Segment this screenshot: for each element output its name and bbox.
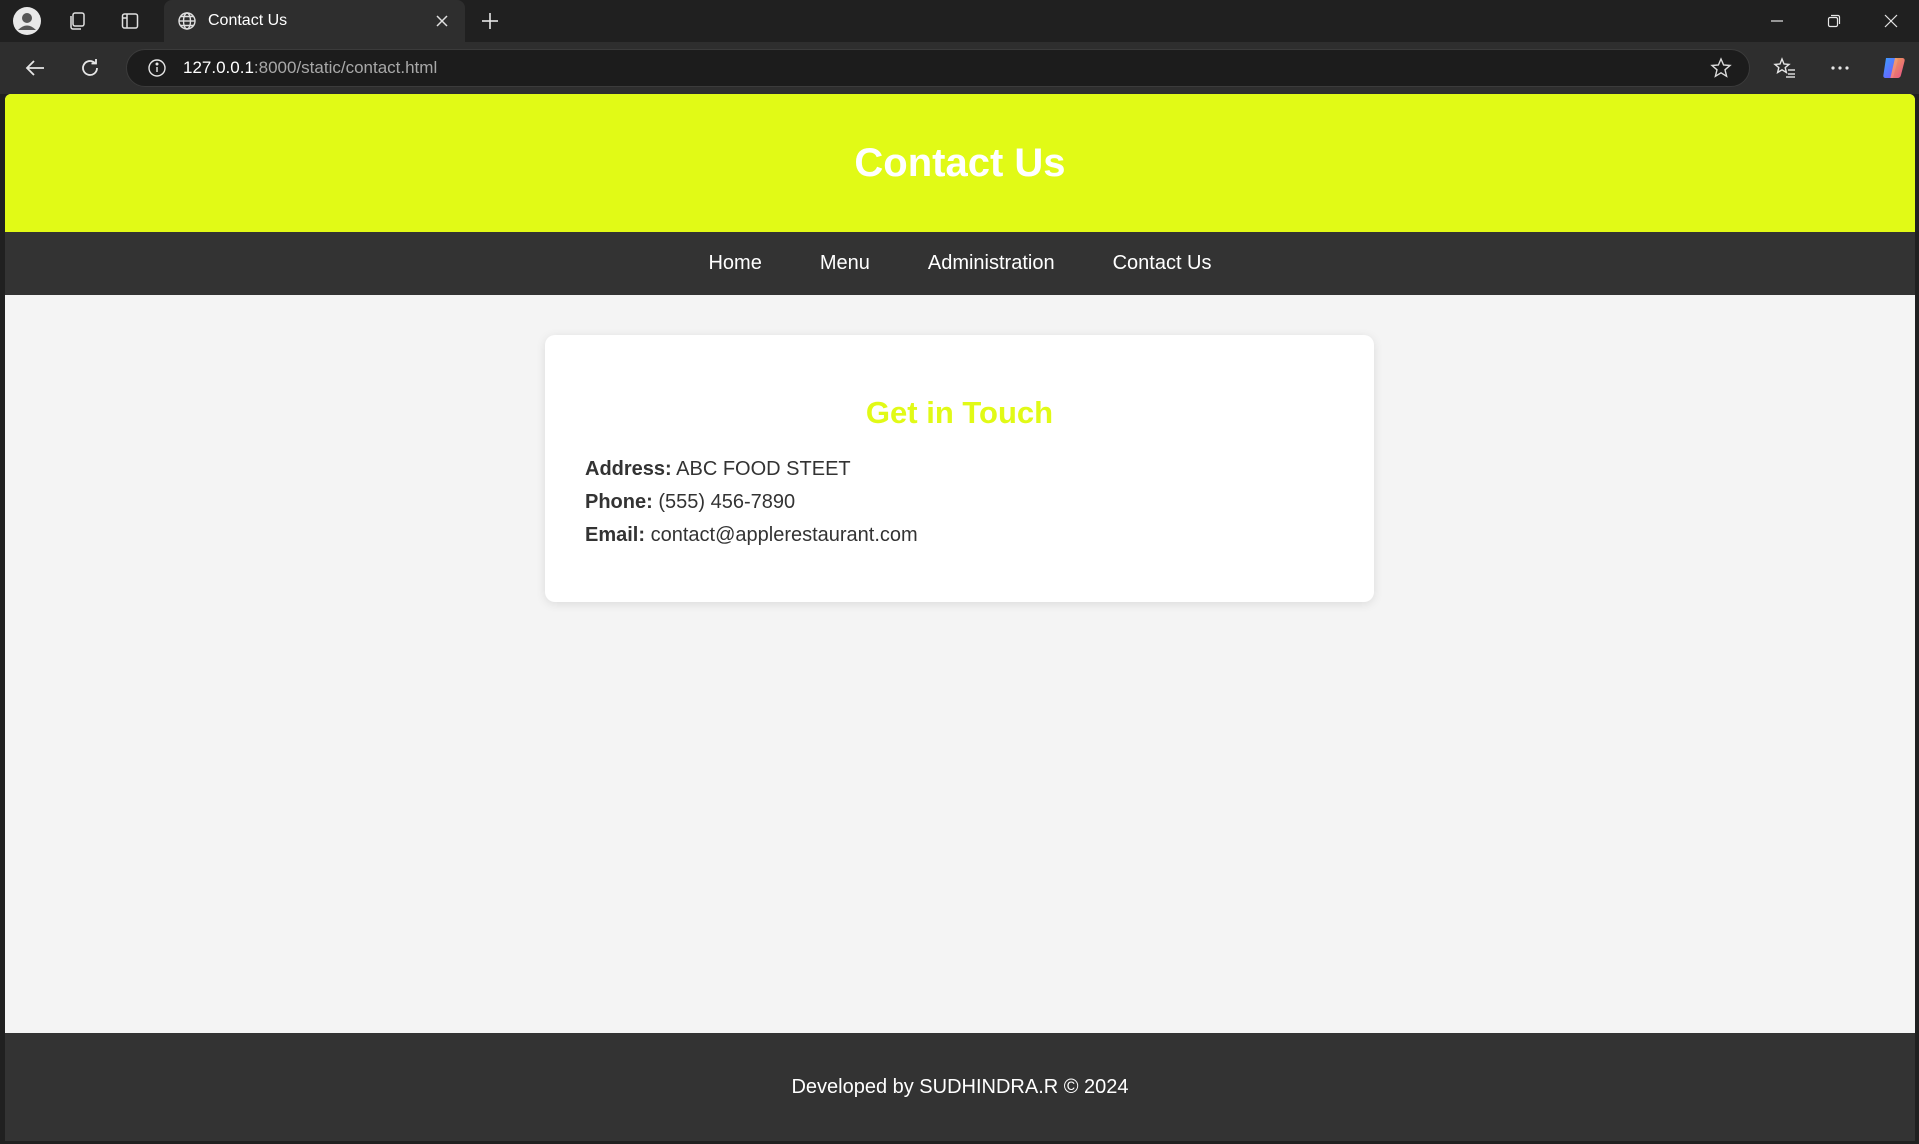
globe-icon [176,10,198,32]
profile-icon[interactable] [11,5,43,37]
favorites-icon[interactable] [1767,50,1803,86]
url-text[interactable]: 127.0.0.1:8000/static/contact.html [183,58,1707,78]
contact-heading: Get in Touch [865,395,1054,430]
site-nav: Home Menu Administration Contact Us [5,232,1915,295]
address-label: Address: [585,458,672,480]
reload-icon[interactable] [72,50,108,86]
workspaces-icon[interactable] [61,5,93,37]
page-title: Contact Us [854,140,1066,185]
footer-text: Developed by SUDHINDRA.R © 2024 [791,1075,1129,1098]
address-line: Address: ABC FOOD STEET [585,453,1334,486]
plus-icon[interactable] [474,5,506,37]
nav-link-contact-us[interactable]: Contact Us [1113,252,1212,275]
url-host: 127.0.0.1 [183,58,254,77]
email-label: Email: [585,524,646,546]
contact-card: Get in Touch Address: ABC FOOD STEET Pho… [545,335,1374,602]
star-icon[interactable] [1707,54,1735,82]
tab-title: Contact Us [208,12,288,29]
close-icon[interactable] [431,10,453,32]
minimize-icon[interactable] [1749,0,1805,42]
page-viewport: Contact Us Home Menu Administration Cont… [5,94,1915,1141]
nav-link-home[interactable]: Home [708,252,761,275]
address-bar[interactable]: 127.0.0.1:8000/static/contact.html [126,49,1750,87]
info-icon[interactable] [145,56,169,80]
active-tab[interactable]: Contact Us [164,0,465,42]
email-value: contact@applerestaurant.com [650,524,918,546]
nav-link-menu[interactable]: Menu [820,252,870,275]
url-path: :8000/static/contact.html [253,58,438,77]
phone-line: Phone: (555) 456-7890 [585,486,1334,519]
nav-link-administration[interactable]: Administration [928,252,1055,275]
browser-toolbar: 127.0.0.1:8000/static/contact.html [0,42,1919,94]
browser-titlebar: Contact Us [0,0,1919,42]
more-icon[interactable] [1822,50,1858,86]
phone-value: (555) 456-7890 [658,491,796,513]
copilot-icon[interactable] [1876,50,1912,86]
site-header: Contact Us [5,94,1915,232]
contact-info-list: Address: ABC FOOD STEET Phone: (555) 456… [585,453,1334,552]
site-footer: Developed by SUDHINDRA.R © 2024 [5,1033,1915,1141]
window-close-icon[interactable] [1863,0,1919,42]
address-value: ABC FOOD STEET [676,458,851,480]
email-line: Email: contact@applerestaurant.com [585,519,1334,552]
restore-icon[interactable] [1806,0,1862,42]
phone-label: Phone: [585,491,653,513]
back-arrow-icon[interactable] [17,50,53,86]
tab-actions-icon[interactable] [114,5,146,37]
